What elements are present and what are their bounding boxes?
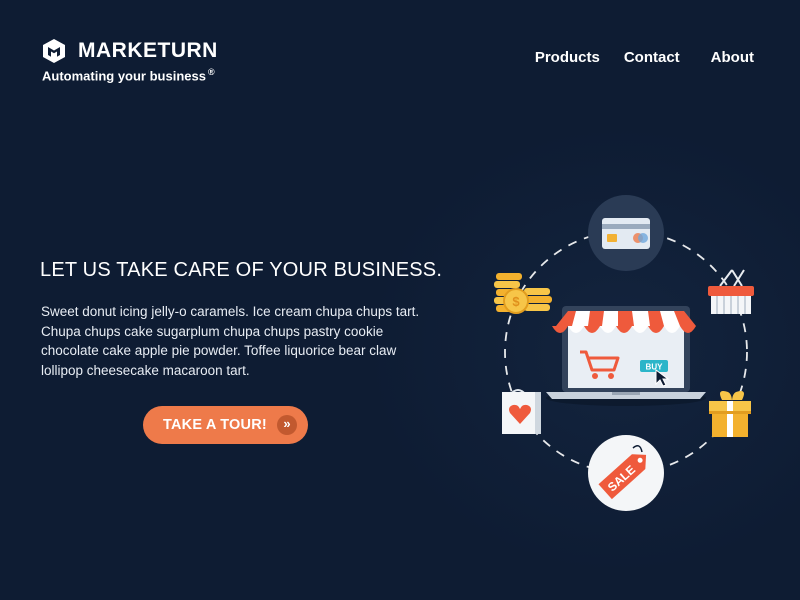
nav-contact-link[interactable]: Contact [624,49,680,66]
nav-products-link[interactable]: Products [535,49,600,66]
main-nav: Products Contact About [511,49,754,66]
gift-box-icon [709,391,751,437]
hero-headline: LET US TAKE CARE OF YOUR BUSINESS. [40,259,443,281]
shop-laptop-icon [546,306,706,406]
shopping-basket-icon [708,269,754,314]
tagline-text: Automating your business [42,68,206,84]
sale-tag-icon: SALE [588,435,664,511]
logo-cube-icon [43,39,65,63]
coins-icon: $ [494,273,552,314]
registered-mark: ® [207,67,215,77]
brand-tagline: Automating your business ® [42,67,215,83]
ecommerce-illustration: $ BUY SALE [494,195,754,511]
shopping-bag-heart-icon [502,389,541,434]
credit-card-icon [588,195,664,271]
brand-name: MARKETURN [78,39,218,62]
take-a-tour-button[interactable]: TAKE A TOUR! » [143,406,308,444]
cta-label: TAKE A TOUR! [163,417,267,433]
svg-text:$: $ [512,294,520,309]
double-chevron-right-icon: » [277,415,297,435]
buy-label: BUY [646,363,664,372]
nav-about-link[interactable]: About [711,49,754,66]
buy-button-graphic: BUY [640,360,668,372]
logo[interactable]: MARKETURN [42,38,218,64]
hero-description: Sweet donut icing jelly-o caramels. Ice … [41,304,420,378]
